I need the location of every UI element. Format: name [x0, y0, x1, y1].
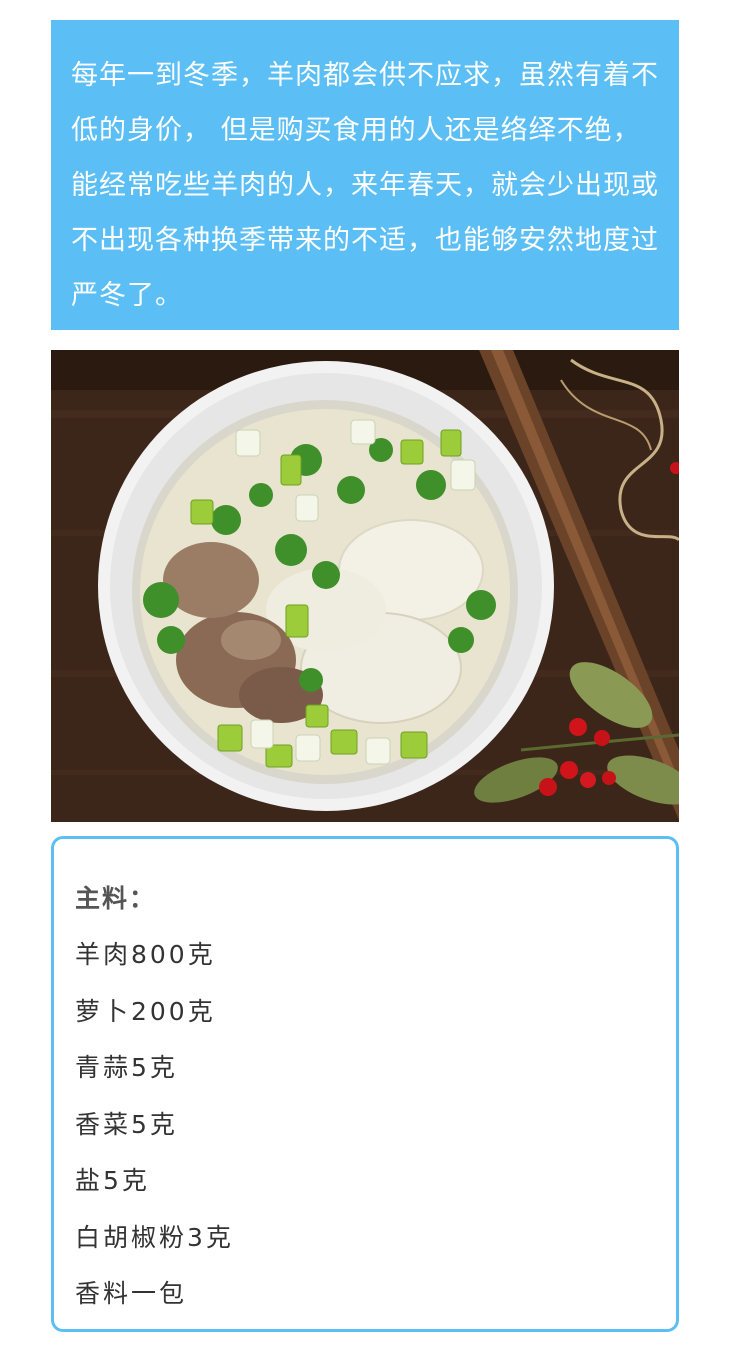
ingredient-item: 萝卜200克 — [75, 996, 216, 1026]
ingredients-box: 主料： 羊肉800克 萝卜200克 青蒜5克 香菜5克 盐5克 白胡椒粉3克 香… — [51, 836, 679, 1332]
ingredient-item: 盐5克 — [75, 1166, 150, 1195]
ingredient-item: 香料一包 — [75, 1279, 188, 1308]
ingredient-item: 羊肉800克 — [75, 940, 216, 969]
article-page: 每年一到冬季，羊肉都会供不应求，虽然有着不低的身价， 但是购买食用的人还是络绎不… — [0, 0, 730, 1355]
intro-text: 每年一到冬季，羊肉都会供不应求，虽然有着不低的身价， 但是购买食用的人还是络绎不… — [71, 60, 659, 311]
ingredient-item: 白胡椒粉3克 — [75, 1222, 234, 1252]
intro-box: 每年一到冬季，羊肉都会供不应求，虽然有着不低的身价， 但是购买食用的人还是络绎不… — [51, 20, 679, 330]
ingredient-item: 香菜5克 — [75, 1109, 178, 1139]
ingredients-heading: 主料： — [75, 884, 157, 913]
soup-illustration — [51, 350, 679, 822]
ingredient-item: 青蒜5克 — [75, 1053, 178, 1082]
ingredients-list: 羊肉800克 萝卜200克 青蒜5克 香菜5克 盐5克 白胡椒粉3克 香料一包 — [75, 927, 676, 1323]
soup-photo — [51, 350, 679, 822]
